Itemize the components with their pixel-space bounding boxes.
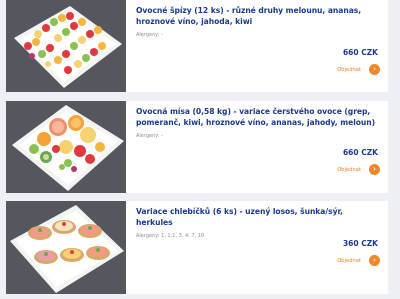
product-title[interactable]: Ovocná mísa (0,58 kg) - variace čerstvéh… <box>136 107 380 128</box>
product-title[interactable]: Ovocné špízy (12 ks) - různé druhy melou… <box>136 6 380 27</box>
chevron-right-icon[interactable]: › <box>369 164 380 175</box>
product-card: Ovocná mísa (0,58 kg) - variace čerstvéh… <box>6 101 388 193</box>
product-info: Variace chlebíčků (6 ks) - uzený losos, … <box>126 201 388 294</box>
product-price: 660 CZK <box>342 148 378 157</box>
product-image-open-sandwiches[interactable] <box>6 201 126 294</box>
order-button[interactable]: Objednat › <box>337 164 380 175</box>
product-image-fruit-skewers[interactable] <box>6 0 126 92</box>
order-label[interactable]: Objednat <box>337 258 361 264</box>
product-image-fruit-bowl[interactable] <box>6 101 126 193</box>
product-info: Ovocné špízy (12 ks) - různé druhy melou… <box>126 0 388 92</box>
order-label[interactable]: Objednat <box>337 167 361 173</box>
order-label[interactable]: Objednat <box>337 67 361 73</box>
product-info: Ovocná mísa (0,58 kg) - variace čerstvéh… <box>126 101 388 193</box>
product-title[interactable]: Variace chlebíčků (6 ks) - uzený losos, … <box>136 207 380 228</box>
order-button[interactable]: Objednat › <box>337 255 380 266</box>
product-allergens: Alergeny: - <box>136 32 163 38</box>
order-button[interactable]: Objednat › <box>337 64 380 75</box>
product-allergens: Alergeny: - <box>136 133 163 139</box>
product-price: 360 CZK <box>342 239 378 248</box>
product-card: Variace chlebíčků (6 ks) - uzený losos, … <box>6 201 388 294</box>
chevron-right-icon[interactable]: › <box>369 255 380 266</box>
product-price: 660 CZK <box>342 48 378 57</box>
chevron-right-icon[interactable]: › <box>369 64 380 75</box>
product-card: Ovocné špízy (12 ks) - různé druhy melou… <box>6 0 388 92</box>
